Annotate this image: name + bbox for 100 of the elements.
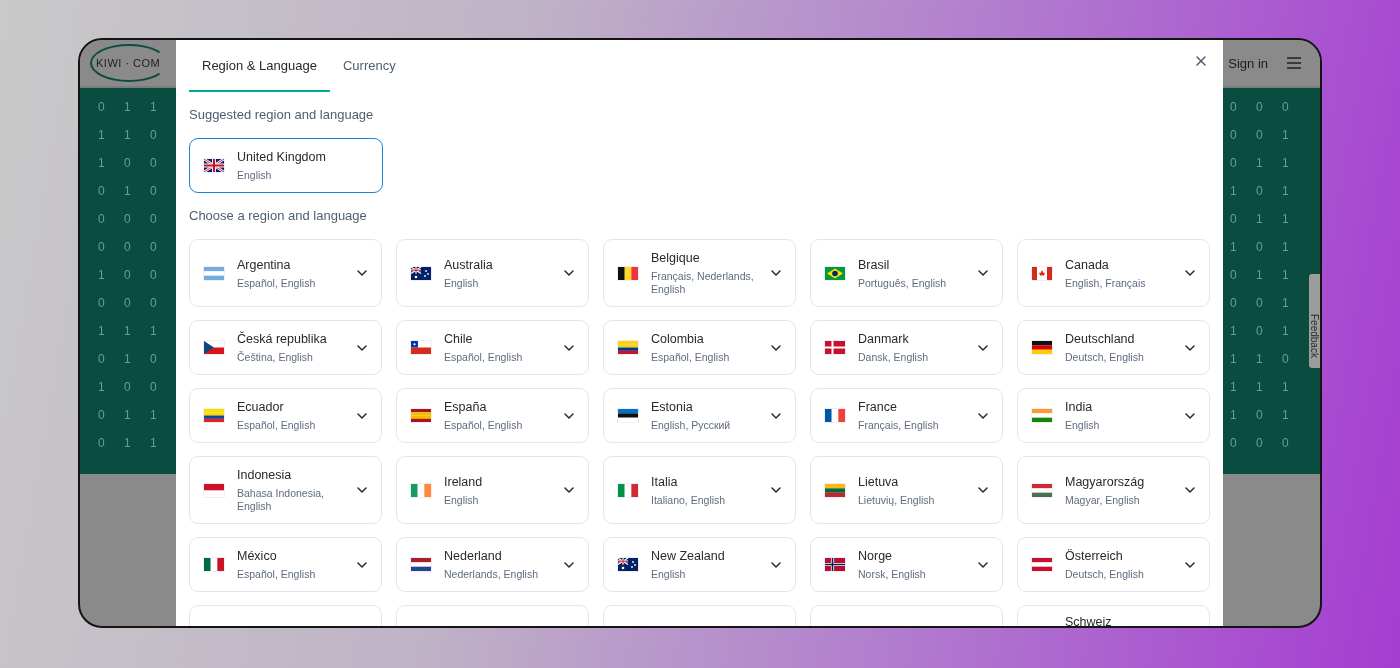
binary-digits: 0 0 1 — [1230, 296, 1290, 312]
region-option[interactable]: Estonia English, Русский — [603, 388, 796, 443]
region-name: Deutschland — [1065, 331, 1136, 347]
region-option[interactable]: Deutschland Deutsch, English — [1017, 320, 1210, 375]
region-name: Canada — [1065, 256, 1110, 273]
chevron-down-icon — [564, 487, 574, 493]
flag-icon — [411, 483, 431, 497]
region-option[interactable]: Canada English, Français — [1017, 239, 1210, 307]
region-languages: Español, English — [444, 351, 524, 364]
region-languages: Dansk, English — [858, 351, 930, 364]
flag-icon — [204, 266, 224, 280]
binary-digits: 1 0 0 — [98, 380, 158, 396]
region-name: France — [858, 399, 898, 415]
region-option[interactable]: India English — [1017, 388, 1210, 443]
feedback-tab[interactable]: Feedback — [1309, 274, 1320, 368]
region-name: Danmark — [858, 331, 910, 347]
region-option[interactable]: Australia English — [396, 239, 589, 307]
binary-digits: 0 0 0 — [98, 296, 158, 312]
tab[interactable]: Currency — [329, 40, 409, 92]
region-languages: Español, English — [444, 419, 524, 432]
flag-icon — [204, 409, 224, 422]
region-option[interactable]: México Español, English — [189, 537, 382, 592]
binary-digits: 1 0 0 — [98, 268, 158, 284]
flag-icon — [1032, 341, 1052, 354]
flag-icon — [204, 341, 224, 354]
binary-digits: 0 1 1 — [1230, 268, 1290, 284]
binary-digits: 0 1 1 — [98, 100, 158, 116]
region-name: Österreich — [1065, 548, 1124, 564]
region-name: Ireland — [444, 473, 484, 490]
binary-digits: 0 0 0 — [98, 240, 158, 256]
region-languages: English — [651, 568, 687, 581]
region-option[interactable]: Magyarország Magyar, English — [1017, 456, 1210, 524]
flag-icon — [204, 159, 224, 172]
region-languages: Deutsch, English — [1065, 351, 1145, 364]
binary-digits: 1 1 1 — [98, 324, 158, 340]
region-languages: Français, Nederlands, English — [651, 270, 755, 296]
region-option[interactable]: Brasil Português, English — [810, 239, 1003, 307]
region-name: Ecuador — [237, 399, 285, 415]
region-option[interactable]: Danmark Dansk, English — [810, 320, 1003, 375]
flag-icon — [1032, 483, 1052, 497]
chevron-down-icon — [564, 344, 574, 351]
region-option[interactable]: Ireland English — [396, 456, 589, 524]
menu-icon[interactable] — [1286, 57, 1302, 69]
region-name: Belgique — [651, 250, 701, 266]
region-languages: English, Русский — [651, 419, 732, 432]
tab[interactable]: Region & Language — [189, 40, 330, 92]
region-option[interactable]: Argentina Español, English — [189, 239, 382, 307]
region-languages: Français, English — [858, 419, 940, 432]
region-option[interactable]: Österreich Deutsch, English — [1017, 537, 1210, 592]
binary-digits: 1 1 0 — [98, 128, 158, 144]
section-heading: Choose a region and language — [189, 207, 368, 225]
region-name: España — [444, 399, 488, 415]
binary-digits: 1 0 1 — [1230, 408, 1290, 424]
region-name: Colombia — [651, 331, 705, 347]
chevron-down-icon — [357, 487, 367, 493]
region-option[interactable]: España Español, English — [396, 388, 589, 443]
flag-icon — [618, 266, 638, 280]
chevron-down-icon — [978, 412, 988, 419]
binary-digits: 0 0 0 — [98, 212, 158, 228]
flag-icon — [1032, 266, 1052, 280]
binary-digits: 0 0 0 — [1230, 436, 1290, 452]
region-option[interactable]: Chile Español, English — [396, 320, 589, 375]
region-name: Magyarország — [1065, 473, 1146, 490]
chevron-down-icon — [978, 344, 988, 351]
flag-icon — [618, 341, 638, 354]
region-option[interactable]: United Kingdom English — [189, 138, 383, 193]
chevron-down-icon — [564, 561, 574, 568]
flag-icon — [825, 409, 845, 422]
chevron-down-icon — [1185, 270, 1195, 276]
region-languages: English — [444, 276, 480, 290]
region-option[interactable]: France Français, English — [810, 388, 1003, 443]
flag-icon — [1032, 558, 1052, 571]
sign-in-link[interactable]: Sign in — [1228, 55, 1268, 71]
region-option[interactable]: Lietuva Lietuvių, English — [810, 456, 1003, 524]
region-option[interactable]: Nederland Nederlands, English — [396, 537, 589, 592]
region-option[interactable]: Česká republika Čeština, English — [189, 320, 382, 375]
region-languages: Español, English — [237, 276, 317, 290]
region-languages: Magyar, English — [1065, 493, 1141, 507]
region-option[interactable]: Indonesia Bahasa Indonesia, English — [189, 456, 382, 524]
region-option[interactable]: Colombia Español, English — [603, 320, 796, 375]
region-option[interactable]: Schweiz — [1017, 605, 1210, 626]
close-icon[interactable] — [1193, 53, 1209, 69]
region-name: Lietuva — [858, 473, 900, 490]
binary-digits: 1 0 1 — [1230, 240, 1290, 256]
chevron-down-icon — [978, 270, 988, 276]
region-option[interactable]: Norge Norsk, English — [810, 537, 1003, 592]
binary-digits: 0 1 1 — [1230, 156, 1290, 172]
binary-digits: 0 1 1 — [98, 436, 158, 452]
flag-icon — [618, 558, 638, 571]
chevron-down-icon — [771, 344, 781, 351]
region-option[interactable]: Belgique Français, Nederlands, English — [603, 239, 796, 307]
region-option[interactable]: Ecuador Español, English — [189, 388, 382, 443]
region-option[interactable]: Italia Italiano, English — [603, 456, 796, 524]
region-name: Brasil — [858, 256, 891, 273]
region-languages: Norsk, English — [858, 568, 927, 581]
chevron-down-icon — [1185, 412, 1195, 419]
region-option[interactable]: New Zealand English — [603, 537, 796, 592]
binary-digits: 0 0 1 — [1230, 128, 1290, 144]
region-languages: Português, English — [858, 276, 948, 290]
chevron-down-icon — [564, 270, 574, 276]
